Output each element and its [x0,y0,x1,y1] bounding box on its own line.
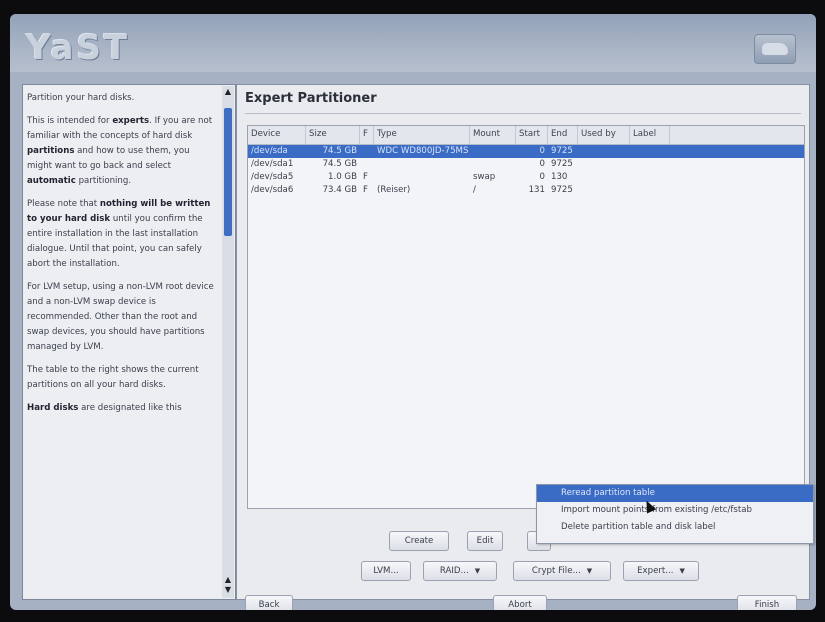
cell-device: /dev/sda6 [251,185,294,195]
suse-chameleon-icon [754,34,796,64]
cell-type [374,158,470,171]
cell-label [630,145,670,158]
menu-item-delete-partition-table[interactable]: Delete partition table and disk label [537,519,813,536]
column-end[interactable]: End [548,126,578,144]
cell-device: /dev/sda1 [251,159,294,169]
column-f[interactable]: F [360,126,374,144]
column-type[interactable]: Type [374,126,470,144]
table-row[interactable]: /dev/sda5 1.0 GB F swap 0 130 [248,171,804,184]
cell-end: 9725 [551,159,573,169]
cell-mount: / [473,185,476,195]
cell-f [360,145,374,158]
help-paragraph-experts: This is intended for experts. If you are… [27,116,213,186]
edit-button[interactable]: Edit [467,531,503,551]
cell-mount [470,145,516,158]
cell-start: 0 [539,159,545,169]
cell-start: 0 [539,146,545,156]
cell-used-by [578,171,630,184]
help-pane: Partition your hard disks. This is inten… [22,84,236,600]
column-device[interactable]: Device [248,126,306,144]
menu-item-reread-partition-table[interactable]: Reread partition table [537,485,813,502]
table-header: Device Size F Type Mount Start End Used … [248,126,804,145]
partition-table[interactable]: Device Size F Type Mount Start End Used … [247,125,805,509]
title-divider [245,113,801,114]
cell-mount: swap [473,172,496,182]
column-size[interactable]: Size [306,126,360,144]
chevron-down-icon: ▼ [679,567,685,575]
finish-button[interactable]: Finish [737,595,797,610]
cell-end: 9725 [551,185,573,195]
cell-size: 73.4 GB [322,185,357,195]
menu-item-import-mount-points[interactable]: Import mount points from existing /etc/f… [537,502,813,519]
cell-type: (Reiser) [377,185,411,195]
cell-size: 1.0 GB [328,172,357,182]
cell-end: 130 [551,172,568,182]
cell-device: /dev/sda5 [251,172,294,182]
cell-label [630,171,670,184]
cell-used-by [578,158,630,171]
cell-device: /dev/sda [251,146,288,156]
cell-used-by [578,184,630,197]
cell-used-by [578,145,630,158]
help-paragraph-lvm: For LVM setup, using a non-LVM root devi… [27,282,214,352]
scroll-up-icon[interactable]: ▲ [224,88,232,96]
cell-size: 74.5 GB [322,159,357,169]
table-row[interactable]: /dev/sda 74.5 GB WDC WD800JD-75MS 0 9725 [248,145,804,158]
cell-f: F [363,185,368,195]
back-button[interactable]: Back [245,595,293,610]
cell-f: F [363,172,368,182]
abort-button[interactable]: Abort [493,595,547,610]
chevron-down-icon: ▼ [474,567,481,575]
help-title: Partition your hard disks. [27,93,135,103]
cell-f [360,158,374,171]
help-paragraph-hard-disks: Hard disks are designated like this [27,403,182,413]
cell-end: 9725 [551,146,573,156]
column-start[interactable]: Start [516,126,548,144]
expert-menu: Reread partition table Import mount poin… [536,484,814,544]
help-paragraph-table: The table to the right shows the current… [27,365,199,390]
table-row[interactable]: /dev/sda1 74.5 GB 0 9725 [248,158,804,171]
chevron-down-icon: ▼ [586,567,593,575]
help-text: Partition your hard disks. This is inten… [27,91,215,424]
raid-button[interactable]: RAID... ▼ [423,561,497,581]
help-paragraph-nothing-written: Please note that nothing will be written… [27,199,211,269]
cell-type [374,171,470,184]
create-button[interactable]: Create [389,531,449,551]
yast-logo: YaST [26,28,131,68]
help-scrollbar[interactable]: ▲ ▲ ▼ [222,86,234,598]
screen: YaST Partition your hard disks. This is … [10,14,816,610]
crypt-file-button[interactable]: Crypt File... ▼ [513,561,611,581]
cell-type: WDC WD800JD-75MS [377,146,469,156]
scroll-down-icon[interactable]: ▼ [224,586,232,594]
cell-label [630,158,670,171]
cell-start: 131 [528,185,545,195]
cell-start: 0 [539,172,545,182]
column-used-by[interactable]: Used by [578,126,630,144]
table-row[interactable]: /dev/sda6 73.4 GB F (Reiser) / 131 9725 [248,184,804,197]
cell-size: 74.5 GB [322,146,357,156]
lvm-button[interactable]: LVM... [361,561,411,581]
yast-banner: YaST [10,14,816,72]
scroll-thumb[interactable] [224,108,232,236]
column-label[interactable]: Label [630,126,670,144]
expert-button[interactable]: Expert... ▼ [623,561,699,581]
page-title: Expert Partitioner [245,91,377,106]
cell-label [630,184,670,197]
cell-mount [470,158,516,171]
scroll-down-icon[interactable]: ▲ [224,576,232,584]
column-mount[interactable]: Mount [470,126,516,144]
